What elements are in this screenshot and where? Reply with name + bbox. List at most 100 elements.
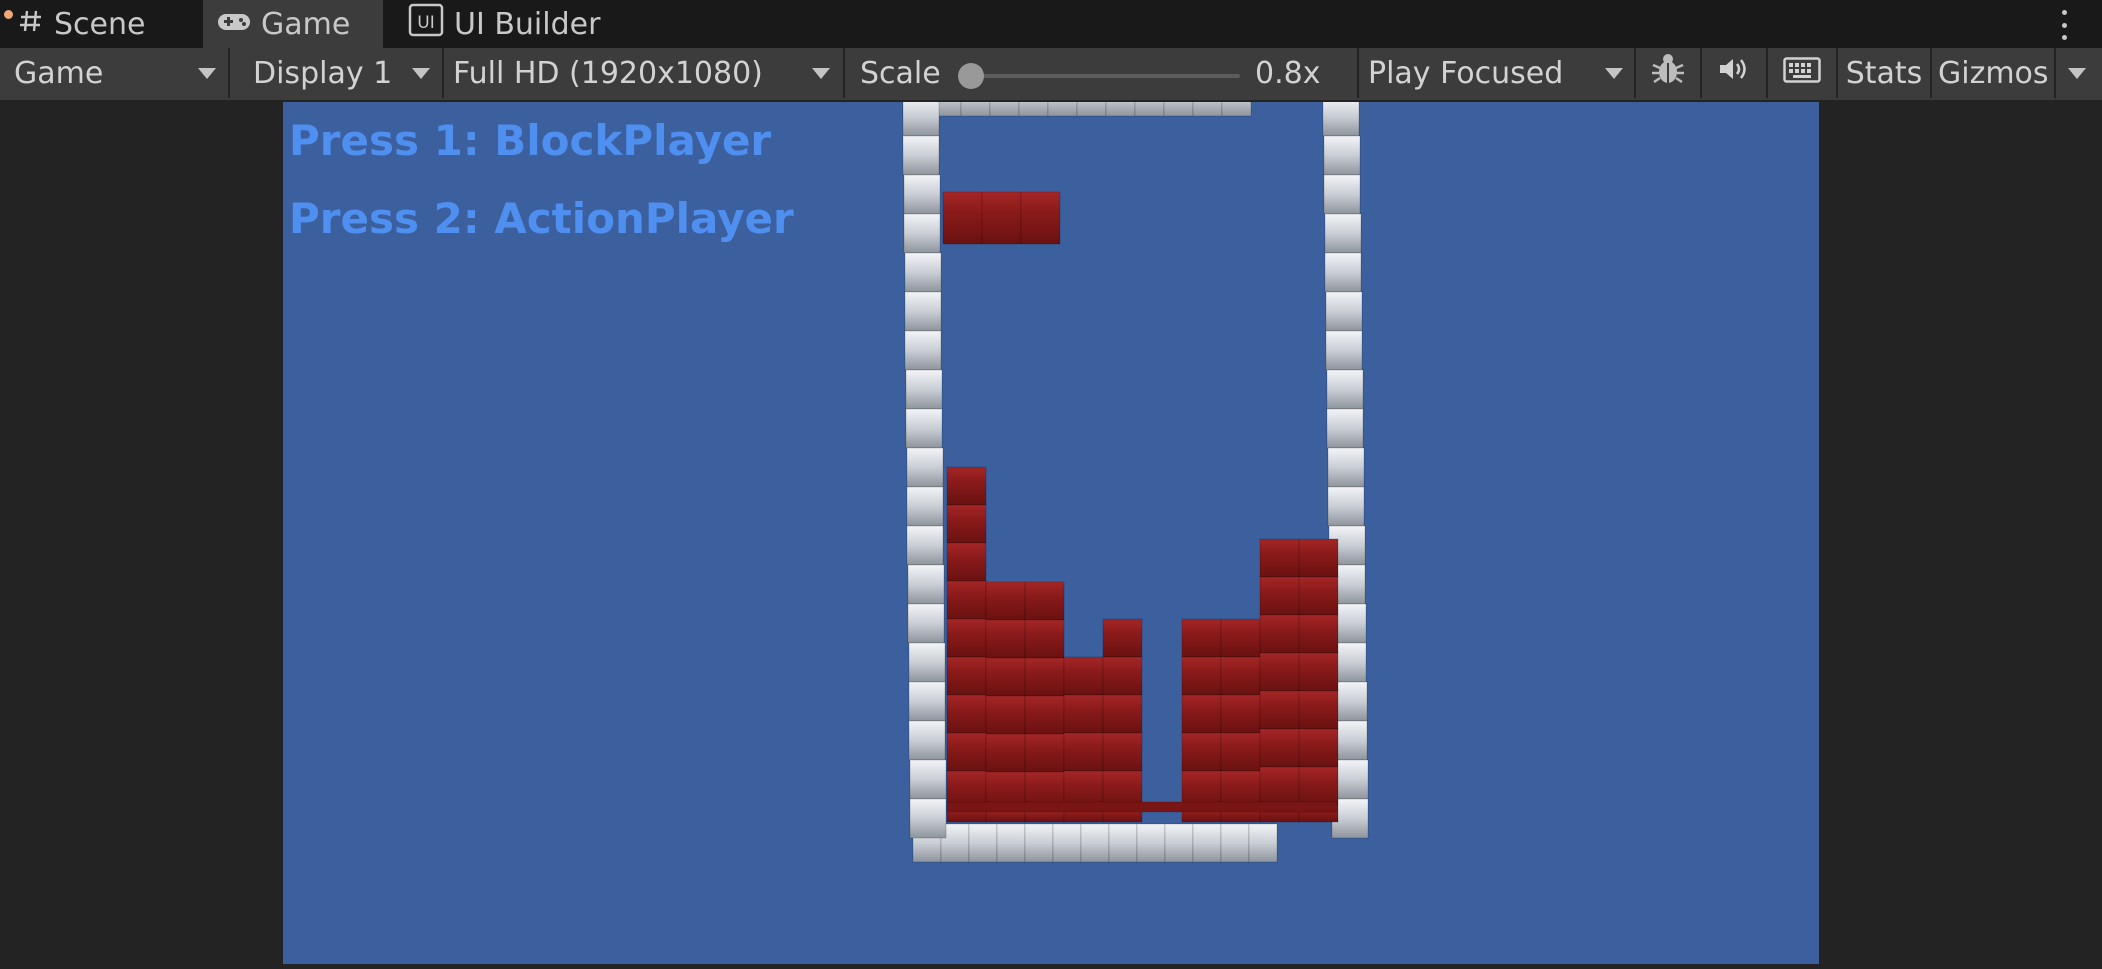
block-cube [1259,728,1300,768]
wall-cube [1325,291,1363,332]
wall-cube [907,603,945,644]
wall-cube [1325,330,1363,371]
wall-cube [902,102,940,137]
block-cube [946,618,987,658]
wall-cube [1324,213,1362,254]
tab-ui-builder[interactable]: UI UI Builder [408,0,638,48]
block-cube [1063,694,1104,734]
scale-text: Scale [860,55,941,91]
block-cube [946,656,987,696]
block-cube [1298,538,1339,578]
wall-cube [1324,252,1362,293]
block-cube [1102,694,1143,734]
display-dropdown[interactable]: Display 1 [230,48,440,98]
scale-slider-track[interactable] [966,74,1240,78]
block-cube [1220,618,1261,658]
block-cube [1298,652,1339,692]
view-mode-dropdown[interactable]: Game [0,48,226,98]
tab-game-label: Game [261,6,351,42]
block-cube [1024,581,1065,621]
block-cube [1181,656,1222,696]
wall-cube [1164,823,1194,863]
toolbar-divider [843,48,845,98]
game-render-view[interactable]: Press 1: BlockPlayer Press 2: ActionPlay… [283,102,1819,964]
block-cube [946,580,987,620]
keyboard-icon [1783,56,1821,91]
hash-icon [18,7,44,42]
resolution-dropdown[interactable]: Full HD (1920x1080) [444,48,840,98]
gizmos-button[interactable]: Gizmos [1932,48,2060,98]
ui-builder-icon: UI [408,3,444,45]
falling-piece [942,191,1061,245]
wall-cube [909,759,947,800]
chevron-down-icon [198,68,216,79]
block-cube [1181,618,1222,658]
block-cube [946,504,987,544]
wall-cube [1163,102,1194,117]
wall-cube [905,369,943,410]
tab-scene[interactable]: Scene [18,0,198,48]
debug-button[interactable] [1636,48,1700,98]
block-cube [1220,656,1261,696]
wall-cube [906,525,944,566]
wall-cube [1080,823,1110,863]
wall-cube [1327,447,1365,488]
wall-cube [906,486,944,527]
scale-slider-thumb[interactable] [958,63,984,89]
chevron-down-icon [812,68,830,79]
gizmos-dropdown[interactable] [2056,48,2102,98]
wall-cube [909,798,947,839]
block-cube [985,733,1026,773]
wall-cube [1136,823,1166,863]
stats-button[interactable]: Stats [1838,48,1930,98]
block-cube [1220,732,1261,772]
keyboard-shortcuts-button[interactable] [1768,48,1836,98]
audio-mute-button[interactable] [1702,48,1766,98]
wall-cube [907,564,945,605]
block-cube [1181,694,1222,734]
block-cube [1024,733,1065,773]
wall-cube [904,252,942,293]
block-cube [1024,619,1065,659]
gamepad-icon [217,7,251,42]
block-cube [1024,657,1065,697]
block-cube [1259,652,1300,692]
wall-cube [904,330,942,371]
tab-scene-label: Scene [54,6,146,42]
block-cube [1259,538,1300,578]
wall-cube [1323,174,1361,215]
wall-cube [908,642,946,683]
chevron-down-icon [1605,68,1623,79]
tab-game[interactable]: Game [203,0,383,48]
editor-tab-bar: Scene Game UI UI Builder [0,0,2102,48]
wall-cube [908,720,946,761]
block-cube [1102,618,1143,658]
wall-cube [905,408,943,449]
display-label: Display 1 [253,55,393,91]
wall-cube [1052,823,1082,863]
block-cube [1298,576,1339,616]
wall-cube [1326,369,1364,410]
hud-line-actionplayer: Press 2: ActionPlayer [289,194,794,243]
wall-cube [1024,823,1054,863]
view-mode-label: Game [14,55,104,91]
svg-text:UI: UI [417,13,434,33]
block-cube [1259,576,1300,616]
falling-block-cube [1020,191,1061,245]
wall-cube [1134,102,1165,117]
tab-menu-kebab-icon[interactable] [2060,10,2068,40]
block-cube [1220,694,1261,734]
block-cube [946,466,987,506]
block-cube [1024,695,1065,735]
tab-ui-builder-label: UI Builder [454,6,601,42]
wall-cube [1076,102,1107,117]
wall-cube [960,102,991,117]
gizmos-label: Gizmos [1938,55,2049,91]
block-cube [946,694,987,734]
block-cube [1181,732,1222,772]
block-cube [985,695,1026,735]
chevron-down-icon [412,68,430,79]
block-cube [985,657,1026,697]
play-mode-dropdown[interactable]: Play Focused [1359,48,1633,98]
falling-block-cube [942,191,983,245]
